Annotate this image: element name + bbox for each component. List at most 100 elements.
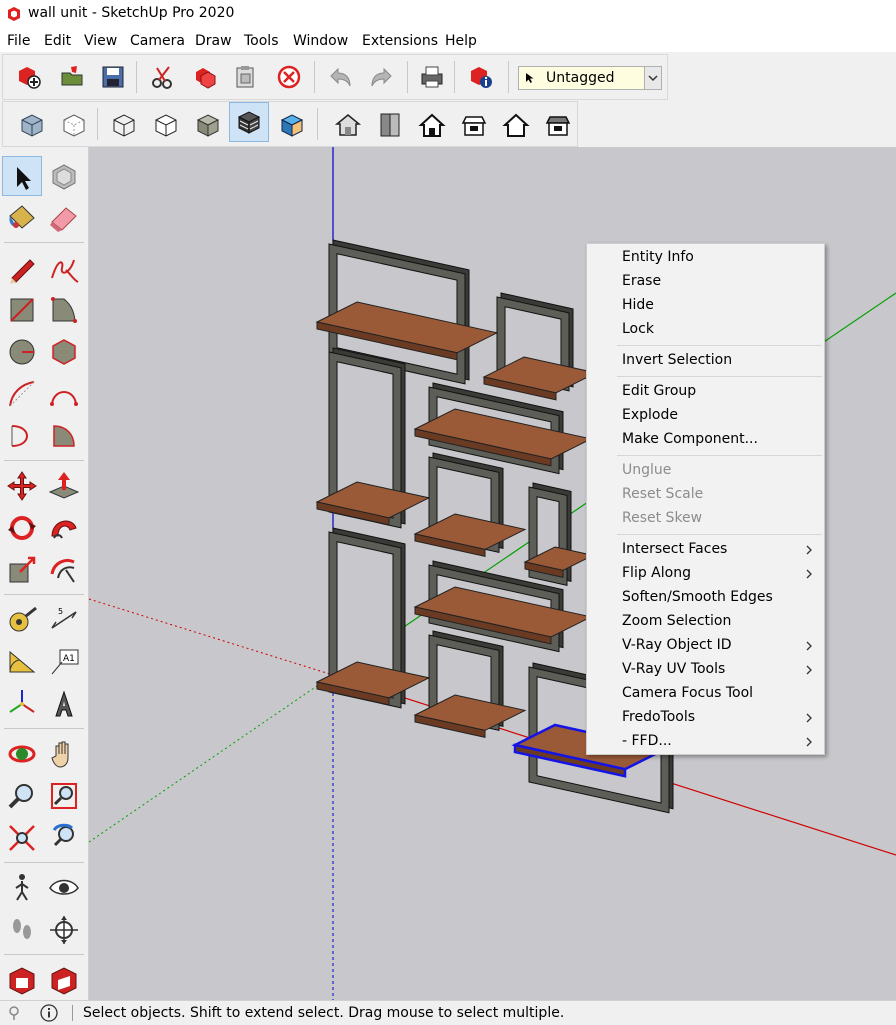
make-component-tool-button[interactable] <box>44 156 84 196</box>
menu-item-invert-selection[interactable]: Invert Selection <box>587 349 824 373</box>
select-tool-button[interactable] <box>2 156 42 196</box>
undo-button[interactable] <box>323 58 357 94</box>
three-point-arc-tool-button[interactable] <box>2 416 42 456</box>
menu-item-v-ray-object-id[interactable]: V-Ray Object ID <box>587 634 824 658</box>
walk-tool-button[interactable] <box>2 868 42 908</box>
wireframe-button[interactable] <box>105 105 139 141</box>
menu-item-fredotools[interactable]: FredoTools <box>587 706 824 730</box>
rotated-rectangle-tool-button[interactable] <box>44 290 84 330</box>
hidden-line-button[interactable] <box>147 105 181 141</box>
pan-tool-button[interactable] <box>44 734 84 774</box>
shaded-button[interactable] <box>189 105 223 141</box>
menu-window[interactable]: Window <box>293 33 348 49</box>
menu-item-entity-info[interactable]: Entity Info <box>587 246 824 270</box>
follow-me-tool-button[interactable] <box>44 508 84 548</box>
geo-location-icon[interactable] <box>6 1005 22 1021</box>
position-camera-tool-button[interactable] <box>2 910 42 950</box>
menu-item-lock[interactable]: Lock <box>587 318 824 342</box>
back-view-button[interactable] <box>497 105 531 141</box>
extension-warehouse-button[interactable] <box>44 960 84 1000</box>
menu-item-intersect-faces[interactable]: Intersect Faces <box>587 538 824 562</box>
erase-button[interactable] <box>271 58 305 94</box>
new-icon <box>19 67 41 89</box>
two-point-arc-tool-button[interactable] <box>44 374 84 414</box>
paste-button[interactable] <box>227 58 261 94</box>
arc-tool-button[interactable] <box>2 374 42 414</box>
redo-button[interactable] <box>363 58 397 94</box>
menu-item-flip-along[interactable]: Flip Along <box>587 562 824 586</box>
rotate-tool-button[interactable] <box>2 508 42 548</box>
left-view-button[interactable] <box>539 105 573 141</box>
copy-button[interactable] <box>187 58 221 94</box>
menu-tools[interactable]: Tools <box>244 33 279 49</box>
tape-measure-tool-button[interactable] <box>2 600 42 640</box>
two-point-arc-icon <box>50 391 78 406</box>
section-plane-tool-button[interactable] <box>44 910 84 950</box>
orbit-tool-button[interactable] <box>2 734 42 774</box>
menu-item-label: Intersect Faces <box>622 541 728 557</box>
menu-help[interactable]: Help <box>445 33 477 49</box>
menu-item-v-ray-uv-tools[interactable]: V-Ray UV Tools <box>587 658 824 682</box>
menu-item-make-component[interactable]: Make Component... <box>587 428 824 452</box>
open-button[interactable] <box>55 58 89 94</box>
menu-camera[interactable]: Camera <box>130 33 185 49</box>
polygon-tool-button[interactable] <box>44 332 84 372</box>
front-view-button[interactable] <box>413 105 447 141</box>
3d-warehouse-button[interactable] <box>2 960 42 1000</box>
menu-separator <box>617 376 822 377</box>
circle-tool-button[interactable] <box>2 332 42 372</box>
scale-tool-button[interactable] <box>2 550 42 590</box>
protractor-tool-button[interactable] <box>2 642 42 682</box>
axes-tool-button[interactable] <box>2 684 42 724</box>
top-view-button[interactable] <box>371 105 405 141</box>
offset-tool-button[interactable] <box>44 550 84 590</box>
iso-view-button[interactable] <box>329 105 363 141</box>
save-button[interactable] <box>95 58 129 94</box>
push-pull-tool-button[interactable] <box>44 466 84 506</box>
xray-button[interactable] <box>13 105 47 141</box>
menu-item-reset-scale: Reset Scale <box>587 483 824 507</box>
3d-text-tool-button[interactable] <box>44 684 84 724</box>
views-styles-toolbar <box>2 101 578 147</box>
tag-dropdown[interactable]: Untagged <box>518 66 662 90</box>
window-title: wall unit - SketchUp Pro 2020 <box>28 5 235 21</box>
monochrome-button[interactable] <box>273 105 307 141</box>
freehand-tool-button[interactable] <box>44 248 84 288</box>
new-button[interactable] <box>11 58 45 94</box>
menu-file[interactable]: File <box>7 33 30 49</box>
zoom-window-tool-button[interactable] <box>44 776 84 816</box>
menu-extensions[interactable]: Extensions <box>362 33 438 49</box>
move-tool-button[interactable] <box>2 466 42 506</box>
menu-item-soften-smooth-edges[interactable]: Soften/Smooth Edges <box>587 586 824 610</box>
model-info-button[interactable] <box>463 58 497 94</box>
text-tool-button[interactable]: A1 <box>44 642 84 682</box>
cut-button[interactable] <box>145 58 179 94</box>
menu-item-ffd[interactable]: - FFD... <box>587 730 824 754</box>
shaded-textures-button[interactable] <box>229 102 269 142</box>
pie-tool-button[interactable] <box>44 416 84 456</box>
dimension-tool-button[interactable]: 5 <box>44 600 84 640</box>
menu-draw[interactable]: Draw <box>195 33 232 49</box>
eraser-tool-button[interactable] <box>44 198 84 238</box>
print-button[interactable] <box>414 58 448 94</box>
right-view-button[interactable] <box>455 105 489 141</box>
menu-item-edit-group[interactable]: Edit Group <box>587 380 824 404</box>
previous-view-tool-button[interactable] <box>44 818 84 858</box>
paint-bucket-tool-button[interactable] <box>2 198 42 238</box>
rectangle-tool-button[interactable] <box>2 290 42 330</box>
menu-item-explode[interactable]: Explode <box>587 404 824 428</box>
line-tool-button[interactable] <box>2 248 42 288</box>
info-icon[interactable] <box>40 1004 58 1022</box>
zoom-tool-button[interactable] <box>2 776 42 816</box>
back-edges-button[interactable] <box>55 105 89 141</box>
menu-edit[interactable]: Edit <box>44 33 71 49</box>
menu-item-hide[interactable]: Hide <box>587 294 824 318</box>
menu-view[interactable]: View <box>84 33 117 49</box>
look-around-tool-button[interactable] <box>44 868 84 908</box>
select-arrow-icon <box>17 167 31 190</box>
menu-item-camera-focus-tool[interactable]: Camera Focus Tool <box>587 682 824 706</box>
menu-item-zoom-selection[interactable]: Zoom Selection <box>587 610 824 634</box>
menu-item-erase[interactable]: Erase <box>587 270 824 294</box>
dropdown-chevron-button[interactable] <box>644 67 661 89</box>
zoom-extents-tool-button[interactable] <box>2 818 42 858</box>
